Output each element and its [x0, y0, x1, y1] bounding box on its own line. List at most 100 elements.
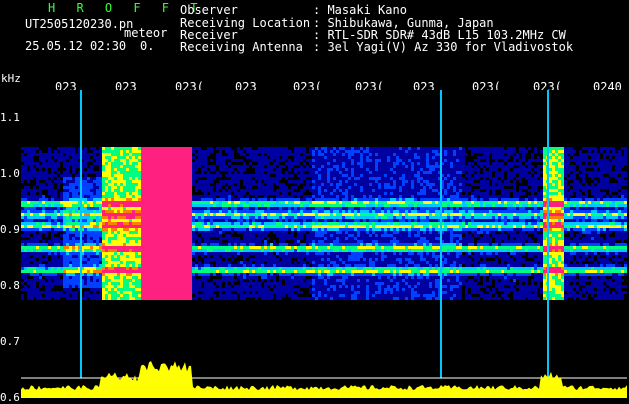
spectrogram-cell	[297, 207, 300, 210]
spectrogram-cell	[114, 264, 117, 267]
spectrogram-cell	[210, 249, 213, 252]
spectrogram-cell	[123, 189, 126, 192]
spectrogram-cell	[315, 147, 318, 150]
spectrogram-cell	[222, 267, 225, 270]
spectrogram-cell	[273, 225, 276, 228]
spectrogram-cell	[183, 240, 186, 243]
spectrogram-cell	[39, 174, 42, 177]
spectrogram-cell	[237, 216, 240, 219]
spectrogram-cell	[216, 288, 219, 291]
spectrogram-cell	[153, 261, 156, 264]
spectrogram-cell	[114, 237, 117, 240]
spectrogram-cell	[324, 207, 327, 210]
spectrogram-cell	[183, 156, 186, 159]
spectrogram-cell	[288, 258, 291, 261]
spectrogram-cell	[264, 285, 267, 288]
spectrogram-cell	[315, 216, 318, 219]
spectrogram-cell	[213, 240, 216, 243]
spectrogram-cell	[213, 177, 216, 180]
spectrogram-cell	[87, 168, 90, 171]
spectrogram-cell	[171, 258, 174, 261]
spectrogram-cell	[267, 186, 270, 189]
spectrogram-cell	[99, 225, 102, 228]
spectrogram-cell	[321, 147, 324, 150]
spectrogram-cell	[156, 150, 159, 153]
spectrogram-cell	[321, 291, 324, 294]
spectrogram-cell	[234, 297, 237, 300]
spectrogram-cell	[114, 288, 117, 291]
spectrogram-cell	[57, 210, 60, 213]
spectrogram-cell	[234, 285, 237, 288]
spectrogram-cell	[66, 201, 69, 204]
spectrogram-cell	[126, 207, 129, 210]
spectrogram-cell	[66, 276, 69, 279]
spectrogram-cell	[291, 276, 294, 279]
spectrogram-cell	[165, 279, 168, 282]
spectrogram-cell	[84, 192, 87, 195]
spectrogram-cell	[183, 159, 186, 162]
spectrogram-cell	[201, 216, 204, 219]
spectrogram-cell	[156, 294, 159, 297]
spectrogram-cell	[27, 198, 30, 201]
spectrogram-cell	[39, 243, 42, 246]
spectrogram-cell	[93, 288, 96, 291]
spectrogram-cell	[180, 258, 183, 261]
spectrogram-cell	[195, 255, 198, 258]
spectrogram-cell	[135, 171, 138, 174]
spectrogram-cell	[48, 252, 51, 255]
spectrogram-cell	[96, 288, 99, 291]
spectrogram-cell	[222, 159, 225, 162]
spectrogram-cell	[258, 249, 261, 252]
spectrogram-cell	[36, 261, 39, 264]
spectrogram-cell	[27, 219, 30, 222]
spectrogram-cell	[66, 207, 69, 210]
spectrogram-cell	[21, 189, 24, 192]
spectrogram-cell	[210, 207, 213, 210]
spectrogram-cell	[126, 222, 129, 225]
spectrogram-cell	[24, 288, 27, 291]
spectrogram-cell	[303, 264, 306, 267]
spectrogram-cell	[168, 219, 171, 222]
spectrogram-cell	[255, 216, 258, 219]
spectrogram-cell	[276, 162, 279, 165]
spectrogram-cell	[117, 273, 120, 276]
spectrogram-cell	[198, 270, 201, 273]
spectrogram-cell	[171, 171, 174, 174]
spectrogram-cell	[333, 204, 336, 207]
spectrogram-cell	[141, 180, 144, 183]
spectrogram-cell	[72, 207, 75, 210]
spectrogram-cell	[51, 216, 54, 219]
spectrogram-cell	[147, 174, 150, 177]
spectrogram-cell	[288, 252, 291, 255]
spectrogram-cell	[165, 249, 168, 252]
spectrogram-cell	[183, 279, 186, 282]
spectrogram-cell	[66, 228, 69, 231]
spectrogram-cell	[165, 261, 168, 264]
spectrogram-cell	[93, 222, 96, 225]
spectrogram-cell	[93, 147, 96, 150]
spectrogram-cell	[150, 186, 153, 189]
spectrogram-cell	[207, 183, 210, 186]
spectrogram-cell	[333, 231, 336, 234]
spectrogram-cell	[291, 297, 294, 300]
spectrogram-cell	[174, 147, 177, 150]
spectrogram-cell	[150, 165, 153, 168]
spectrogram-cell	[75, 162, 78, 165]
spectrogram-cell	[159, 228, 162, 231]
spectrogram-cell	[111, 147, 114, 150]
spectrogram-cell	[75, 255, 78, 258]
spectrogram-cell	[210, 192, 213, 195]
spectrogram-cell	[27, 177, 30, 180]
spectrogram-cell	[210, 231, 213, 234]
spectrogram-cell	[312, 159, 315, 162]
spectrogram-cell	[180, 195, 183, 198]
spectrogram-cell	[234, 207, 237, 210]
spectrogram-cell	[66, 261, 69, 264]
spectrogram-cell	[237, 195, 240, 198]
spectrogram-cell	[39, 225, 42, 228]
spectrogram-cell	[225, 270, 228, 273]
spectrogram-cell	[114, 147, 117, 150]
spectrogram-cell	[132, 180, 135, 183]
spectrogram-cell	[165, 207, 168, 210]
spectrogram-cell	[180, 177, 183, 180]
